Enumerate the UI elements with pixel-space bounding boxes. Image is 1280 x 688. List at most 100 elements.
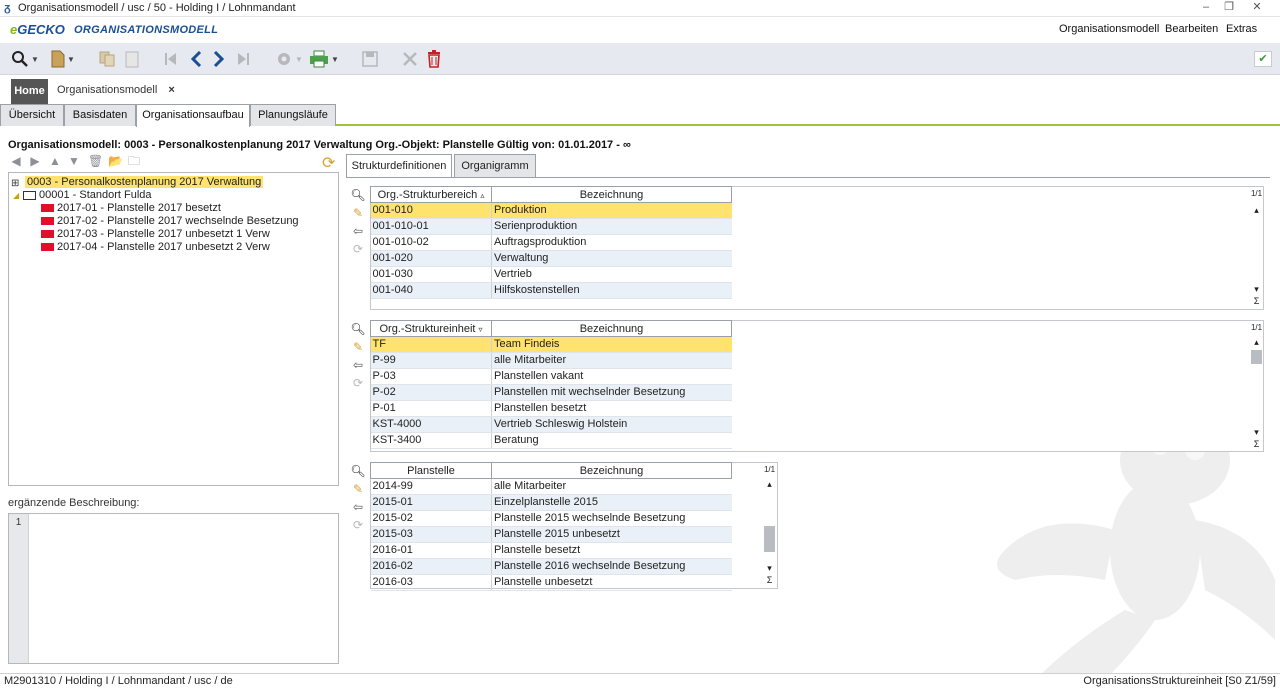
table-row[interactable]: TF Team Findeis bbox=[370, 336, 732, 353]
column-header[interactable]: Bezeichnung bbox=[491, 320, 732, 337]
table-row[interactable]: 001-040 Hilfskostenstellen bbox=[370, 282, 732, 299]
search-icon[interactable]: 🔍︎ bbox=[350, 186, 366, 204]
table-row[interactable]: 2016-01 Planstelle besetzt bbox=[370, 542, 732, 559]
tree-leaf[interactable]: 2017-02 - Planstelle 2017 wechselnde Bes… bbox=[41, 215, 299, 228]
table-row[interactable]: 2016-03 Planstelle unbesetzt bbox=[370, 574, 732, 591]
menu-bearbeiten[interactable]: Bearbeiten bbox=[1165, 23, 1218, 35]
trash-icon[interactable]: 🗑 bbox=[88, 154, 103, 168]
cell-code: 001-010 bbox=[370, 202, 492, 219]
arrow-left-icon[interactable]: ◀ bbox=[9, 154, 23, 168]
cell-code: 2015-01 bbox=[370, 494, 492, 511]
table-row[interactable]: P-99 alle Mitarbeiter bbox=[370, 352, 732, 369]
description-editor[interactable]: 1 bbox=[8, 513, 339, 664]
scroll-up-icon[interactable]: ▴ bbox=[1250, 205, 1263, 216]
table-row[interactable]: 2015-03 Planstelle 2015 unbesetzt bbox=[370, 526, 732, 543]
refresh-icon[interactable]: ⟳ bbox=[350, 516, 366, 534]
table-row[interactable]: 001-010-02 Auftragsproduktion bbox=[370, 234, 732, 251]
tree-root[interactable]: ⊞ 0003 - Personalkostenplanung 2017 Verwa… bbox=[11, 176, 264, 189]
restore-button[interactable]: ❐ bbox=[1218, 0, 1240, 15]
column-header[interactable]: Bezeichnung bbox=[491, 462, 732, 479]
cell-description: Planstelle besetzt bbox=[491, 542, 732, 559]
table-row[interactable]: P-01 Planstellen besetzt bbox=[370, 400, 732, 417]
scroll-down-icon[interactable]: ▾ bbox=[1250, 427, 1263, 438]
table-row[interactable]: 2015-02 Planstelle 2015 wechselnde Besetz… bbox=[370, 510, 732, 527]
scrollbar-thumb[interactable] bbox=[764, 526, 775, 552]
scroll-up-icon[interactable]: ▴ bbox=[1250, 337, 1263, 348]
tab-organisationsaufbau[interactable]: Organisationsaufbau bbox=[136, 104, 250, 127]
tab-uebersicht[interactable]: Übersicht bbox=[0, 104, 64, 126]
tree-leaf[interactable]: 2017-01 - Planstelle 2017 besetzt bbox=[41, 202, 221, 215]
delete-icon[interactable] bbox=[424, 49, 444, 69]
refresh-icon[interactable]: ⟳ bbox=[322, 153, 335, 173]
tab-basisdaten[interactable]: Basisdaten bbox=[64, 104, 136, 126]
search-icon[interactable]: 🔍︎ bbox=[350, 462, 366, 480]
minimize-button[interactable]: – bbox=[1195, 0, 1217, 15]
tree-leaf[interactable]: 2017-03 - Planstelle 2017 unbesetzt 1 Ve… bbox=[41, 228, 270, 241]
grid1-pager: 1/1 bbox=[1250, 189, 1263, 198]
search-icon[interactable]: ▼ bbox=[10, 49, 40, 69]
cell-code: P-99 bbox=[370, 352, 492, 369]
back-arrow-icon[interactable]: ⇦ bbox=[350, 498, 366, 516]
expand-icon[interactable]: ◢ bbox=[13, 189, 23, 202]
sum-icon[interactable]: Σ bbox=[1250, 296, 1263, 306]
scrollbar-thumb[interactable] bbox=[1251, 350, 1262, 364]
table-row[interactable]: 2015-01 Einzelplanstelle 2015 bbox=[370, 494, 732, 511]
table-row[interactable]: 001-010-01 Serienproduktion bbox=[370, 218, 732, 235]
cell-code: 001-020 bbox=[370, 250, 492, 267]
cell-description: Hilfskostenstellen bbox=[491, 282, 732, 299]
cell-description: Planstellen vakant bbox=[491, 368, 732, 385]
grid-strukturbereich: Org.-Strukturbereich ▵ Bezeichnung 001-0… bbox=[370, 186, 732, 299]
back-arrow-icon[interactable]: ⇦ bbox=[350, 222, 366, 240]
table-row[interactable]: 001-010 Produktion bbox=[370, 202, 732, 219]
column-header[interactable]: Org.-Strukturbereich ▵ bbox=[370, 186, 492, 203]
edit-icon[interactable]: ✎ bbox=[350, 480, 366, 498]
tree-site[interactable]: ◢ 00001 - Standort Fulda bbox=[13, 189, 152, 202]
tree-leaf[interactable]: 2017-04 - Planstelle 2017 unbesetzt 2 Ve… bbox=[41, 241, 270, 254]
column-header[interactable]: Planstelle bbox=[370, 462, 492, 479]
cell-description: Planstelle 2015 wechselnde Besetzung bbox=[491, 510, 732, 527]
table-row[interactable]: KST-3400 Beratung bbox=[370, 432, 732, 449]
prev-icon[interactable] bbox=[187, 49, 205, 69]
scroll-up-icon[interactable]: ▴ bbox=[763, 479, 776, 490]
tab-organigramm[interactable]: Organigramm bbox=[454, 154, 536, 177]
next-icon[interactable] bbox=[210, 49, 228, 69]
table-row[interactable]: 001-020 Verwaltung bbox=[370, 250, 732, 267]
sum-icon[interactable]: Σ bbox=[763, 575, 776, 585]
search-icon[interactable]: 🔍︎ bbox=[350, 320, 366, 338]
edit-icon[interactable]: ✎ bbox=[350, 338, 366, 356]
monitor-icon bbox=[23, 190, 36, 200]
close-tab-icon[interactable]: × bbox=[168, 84, 174, 96]
table-row[interactable]: P-03 Planstellen vakant bbox=[370, 368, 732, 385]
column-header[interactable]: Org.-Struktureinheit ▿ bbox=[370, 320, 492, 337]
arrow-right-icon[interactable]: ▶ bbox=[28, 154, 42, 168]
table-row[interactable]: KST-4000 Vertrieb Schleswig Holstein bbox=[370, 416, 732, 433]
refresh-icon[interactable]: ⟳ bbox=[350, 374, 366, 392]
table-row[interactable]: P-02 Planstellen mit wechselnder Besetzun… bbox=[370, 384, 732, 401]
scroll-down-icon[interactable]: ▾ bbox=[763, 563, 776, 574]
print-icon[interactable]: ▼ bbox=[308, 49, 340, 69]
menu-extras[interactable]: Extras bbox=[1226, 23, 1257, 35]
back-arrow-icon[interactable]: ⇦ bbox=[350, 356, 366, 374]
menu-organisationsmodell[interactable]: Organisationsmodell bbox=[1059, 23, 1159, 35]
tab-organisationsmodell[interactable]: Organisationsmodell × bbox=[57, 84, 175, 96]
new-document-icon[interactable]: ▼ bbox=[48, 49, 78, 69]
org-chart-icon: ⊞ bbox=[11, 177, 20, 189]
check-icon[interactable]: ✔ bbox=[1254, 51, 1272, 67]
refresh-icon[interactable]: ⟳ bbox=[350, 240, 366, 258]
tab-strukturdefinitionen[interactable]: Strukturdefinitionen bbox=[346, 154, 452, 177]
table-row[interactable]: 2016-02 Planstelle 2016 wechselnde Besetz… bbox=[370, 558, 732, 575]
arrow-down-icon[interactable]: ▼ bbox=[67, 154, 81, 168]
tab-planungslaeufe[interactable]: Planungsläufe bbox=[250, 104, 336, 126]
scroll-down-icon[interactable]: ▾ bbox=[1250, 284, 1263, 295]
new-folder-icon[interactable]: 🗀 bbox=[127, 154, 141, 168]
table-row[interactable]: 001-030 Vertrieb bbox=[370, 266, 732, 283]
edit-icon[interactable]: ✎ bbox=[350, 204, 366, 222]
table-row[interactable]: 2014-99 alle Mitarbeiter bbox=[370, 478, 732, 495]
close-window-button[interactable]: ✕ bbox=[1246, 0, 1268, 15]
arrow-up-icon[interactable]: ▲ bbox=[48, 154, 62, 168]
sum-icon[interactable]: Σ bbox=[1250, 439, 1263, 449]
document-tabs: Home Organisationsmodell × bbox=[0, 75, 1280, 104]
open-folder-icon[interactable]: 📂 bbox=[108, 154, 123, 168]
tab-home[interactable]: Home bbox=[11, 79, 48, 104]
column-header[interactable]: Bezeichnung bbox=[491, 186, 732, 203]
